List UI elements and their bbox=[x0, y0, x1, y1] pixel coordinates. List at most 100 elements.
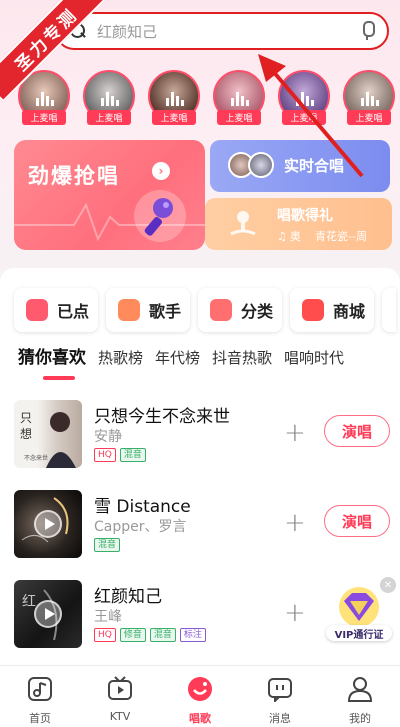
svg-text:不念来世: 不念来世 bbox=[24, 454, 48, 462]
search-bar[interactable]: 红颜知己 bbox=[55, 12, 389, 50]
tag-mix: 混音 bbox=[119, 448, 146, 462]
quick-action-shop[interactable]: 商城 bbox=[290, 288, 374, 332]
tag-hq: HQ bbox=[94, 448, 116, 462]
sing-button[interactable]: 演唱 bbox=[324, 505, 390, 537]
gift-user: 奥 bbox=[289, 230, 301, 243]
diamond-icon bbox=[339, 587, 379, 627]
live-singer-avatar[interactable]: 上麦唱 bbox=[213, 70, 265, 128]
live-chorus-title: 实时合唱 bbox=[284, 157, 345, 175]
music-note-icon: ♫ bbox=[277, 230, 287, 243]
tag-annotated: 标注 bbox=[179, 628, 206, 642]
song-artist: 安静 bbox=[94, 429, 122, 445]
gift-song: 青花瓷--周 bbox=[315, 230, 367, 243]
sing-gift-title: 唱歌得礼 bbox=[277, 208, 333, 224]
tv-icon bbox=[108, 676, 132, 700]
sing-icon bbox=[188, 677, 212, 701]
search-input[interactable]: 红颜知己 bbox=[97, 21, 359, 42]
tab-era-chart[interactable]: 年代榜 bbox=[155, 344, 200, 384]
live-singer-avatar[interactable]: 上麦唱 bbox=[83, 70, 135, 128]
play-icon[interactable] bbox=[34, 600, 62, 628]
add-icon[interactable]: + bbox=[284, 600, 306, 626]
tag-mix: 混音 bbox=[149, 628, 176, 642]
microphone-icon[interactable] bbox=[359, 21, 375, 41]
nav-profile[interactable]: 我的 bbox=[320, 666, 400, 727]
quick-action-label: 分类 bbox=[241, 302, 274, 321]
live-badge: 上麦唱 bbox=[282, 110, 326, 125]
nav-label: 消息 bbox=[269, 712, 291, 725]
song-cover bbox=[14, 490, 82, 558]
quick-action-ordered[interactable]: 已点 bbox=[14, 288, 98, 332]
song-artist: Capper、罗言 bbox=[94, 519, 187, 535]
nav-label: KTV bbox=[109, 710, 131, 723]
vip-pass-float[interactable]: ✕ VIP通行证 bbox=[322, 577, 398, 645]
song-tags: HQ 混音 bbox=[94, 448, 146, 462]
nav-home[interactable]: 首页 bbox=[0, 666, 80, 727]
active-tab-indicator bbox=[43, 376, 75, 380]
sing-gift-subtitle: ♫ 奥 青花瓷--周 bbox=[277, 228, 367, 244]
nav-messages[interactable]: 消息 bbox=[240, 666, 320, 727]
tab-douyin-hits[interactable]: 抖音热歌 bbox=[212, 344, 272, 384]
svg-text:想: 想 bbox=[20, 426, 32, 441]
quick-action-label: 商城 bbox=[333, 302, 366, 321]
song-row[interactable]: 雪 Distance Capper、罗言 混音 + 演唱 bbox=[14, 490, 390, 560]
live-singer-avatar[interactable]: 上麦唱 bbox=[278, 70, 330, 128]
quick-action-singer[interactable]: 歌手 bbox=[106, 288, 190, 332]
song-cover: 只 想 不念来世 bbox=[14, 400, 82, 468]
song-cover: 红 bbox=[14, 580, 82, 648]
sing-button[interactable]: 演唱 bbox=[324, 415, 390, 447]
tab-sing-era[interactable]: 唱响时代 bbox=[284, 344, 344, 384]
song-title: 雪 Distance bbox=[94, 497, 191, 517]
microphone-hand-icon bbox=[230, 211, 256, 236]
tag-mix: 混音 bbox=[94, 538, 121, 552]
song-title: 红颜知己 bbox=[94, 587, 162, 607]
chevron-right-icon: › bbox=[152, 162, 170, 180]
message-icon bbox=[268, 678, 292, 702]
live-badge: 上麦唱 bbox=[152, 110, 196, 125]
tab-hot-songs[interactable]: 热歌榜 bbox=[98, 344, 143, 384]
add-icon[interactable]: + bbox=[284, 510, 306, 536]
song-artist: 王峰 bbox=[94, 609, 122, 625]
quick-action-row: 已点 歌手 分类 商城 bbox=[14, 288, 400, 332]
song-tags: 混音 bbox=[94, 538, 121, 552]
grid-icon bbox=[118, 299, 140, 321]
quick-action-label: 已点 bbox=[57, 302, 90, 321]
live-badge: 上麦唱 bbox=[217, 110, 261, 125]
music-note-icon bbox=[26, 299, 48, 321]
microphone-icon bbox=[134, 190, 186, 242]
nav-ktv[interactable]: KTV bbox=[80, 666, 160, 727]
quick-sing-title: 劲爆抢唱 bbox=[28, 164, 120, 188]
svg-text:红: 红 bbox=[22, 594, 36, 610]
svg-text:只: 只 bbox=[20, 411, 32, 425]
song-tags: HQ 修音 混音 标注 bbox=[94, 628, 206, 642]
quick-action-more[interactable] bbox=[382, 288, 396, 332]
tag-hq: HQ bbox=[94, 628, 116, 642]
live-singer-avatar[interactable]: 上麦唱 bbox=[148, 70, 200, 128]
live-badge: 上麦唱 bbox=[347, 110, 391, 125]
nav-label: 我的 bbox=[349, 712, 371, 725]
cover-artwork-icon: 只 想 不念来世 bbox=[20, 411, 76, 468]
category-icon bbox=[210, 299, 232, 321]
quick-action-label: 歌手 bbox=[149, 302, 182, 321]
tag-pitch-fix: 修音 bbox=[119, 628, 146, 642]
song-title: 只想今生不念来世 bbox=[94, 407, 230, 427]
live-badge: 上麦唱 bbox=[22, 110, 66, 125]
quick-sing-banner[interactable]: 劲爆抢唱 › bbox=[14, 140, 205, 250]
play-icon[interactable] bbox=[34, 510, 62, 538]
live-badge: 上麦唱 bbox=[87, 110, 131, 125]
music-home-icon bbox=[28, 677, 52, 701]
sing-gift-card[interactable]: 唱歌得礼 ♫ 奥 青花瓷--周 bbox=[205, 198, 392, 250]
add-icon[interactable]: + bbox=[284, 420, 306, 446]
vip-pass-label: VIP通行证 bbox=[326, 625, 392, 641]
chorus-avatars bbox=[228, 152, 276, 178]
bottom-navigation: 首页 KTV 唱歌 消息 我的 bbox=[0, 665, 400, 727]
quick-action-category[interactable]: 分类 bbox=[198, 288, 282, 332]
song-row[interactable]: 只 想 不念来世 只想今生不念来世 安静 HQ 混音 + 演唱 bbox=[14, 400, 390, 470]
live-singer-avatar[interactable]: 上麦唱 bbox=[343, 70, 395, 128]
shop-icon bbox=[302, 299, 324, 321]
live-chorus-card[interactable]: 实时合唱 bbox=[210, 140, 390, 192]
nav-sing[interactable]: 唱歌 bbox=[160, 666, 240, 727]
nav-label: 唱歌 bbox=[189, 712, 211, 725]
song-tabs: 猜你喜欢 热歌榜 年代榜 抖音热歌 唱响时代 bbox=[18, 344, 400, 384]
live-singers-row: 上麦唱 上麦唱 上麦唱 上麦唱 上麦唱 上麦唱 bbox=[18, 70, 400, 128]
person-icon bbox=[347, 677, 373, 702]
